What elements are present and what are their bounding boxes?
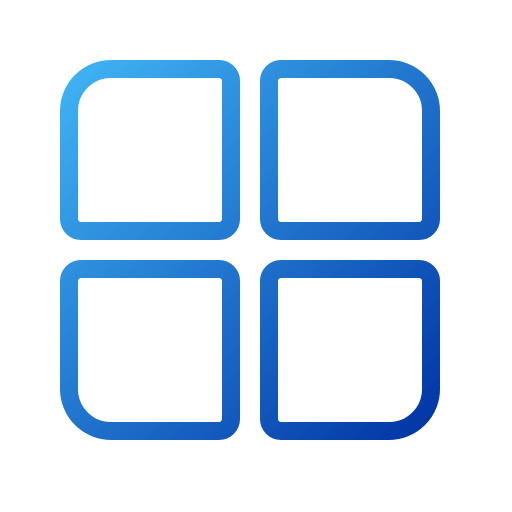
grid-square-top-right [260, 60, 440, 240]
grid-square-top-left [60, 60, 240, 240]
grid-square-bottom-right [260, 260, 440, 440]
grid-icon [60, 60, 440, 440]
grid-square-bottom-left [60, 260, 240, 440]
icon-canvas [0, 0, 512, 512]
